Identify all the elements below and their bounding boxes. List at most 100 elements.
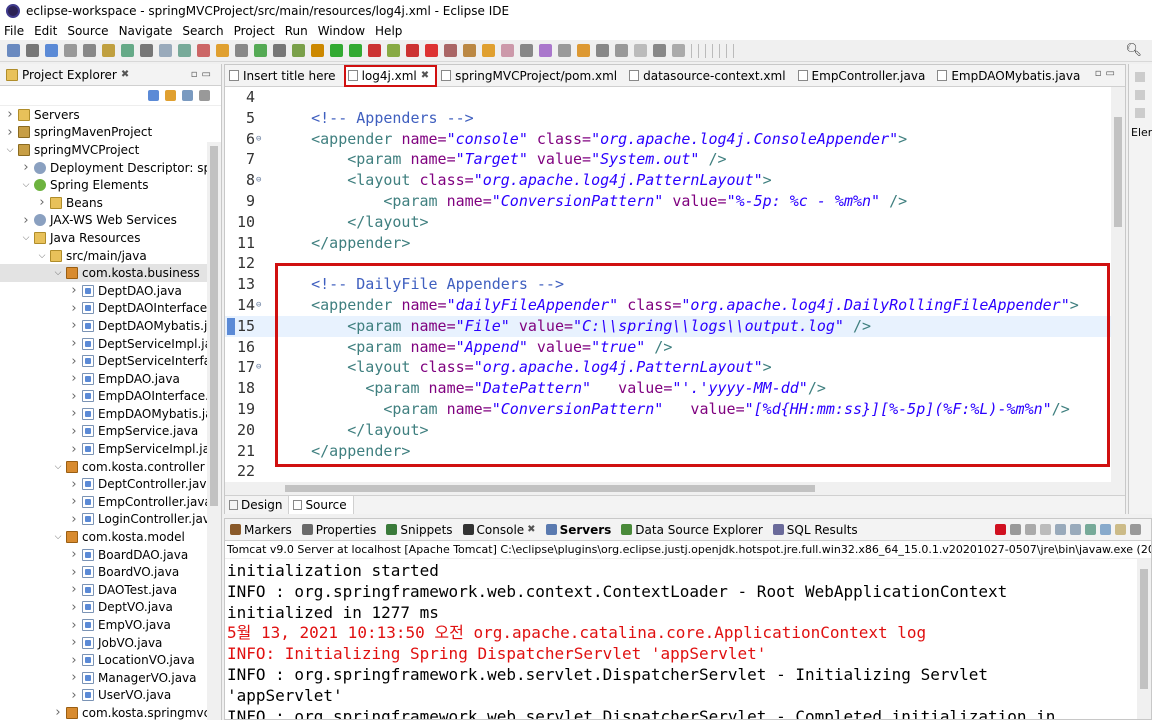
toolbar-button-icon[interactable] [64,44,77,57]
code-line[interactable]: 8 ⊖ <layout class="org.apache.log4j.Patte… [225,170,1125,191]
tree-item[interactable]: › EmpDAOMybatis.java [0,405,221,423]
chevron-down-icon[interactable]: ⌵ [20,233,32,243]
code-line[interactable]: 6 ⊖ <appender name="console" class="org.a… [225,129,1125,150]
chevron-down-icon[interactable]: ⌵ [4,145,16,155]
tree-item[interactable]: › EmpVO.java [0,616,221,634]
collapse-all-icon[interactable] [148,90,159,101]
fold-toggle-icon[interactable]: ⊖ [256,357,261,378]
chevron-right-icon[interactable]: › [68,635,80,650]
editor-hscroll-thumb[interactable] [285,485,815,492]
code-line[interactable]: 4 [225,87,1125,108]
tree-item[interactable]: › DeptDAOInterface.java [0,300,221,318]
editor-tab[interactable]: springMVCProject/pom.xml [437,65,625,87]
tree-item[interactable]: › com.kosta.springmvcproject [0,704,221,720]
toolbar-button-icon[interactable] [311,44,324,57]
menu-window[interactable]: Window [318,24,365,38]
console-scroll-thumb[interactable] [1140,569,1148,689]
toolbar-button-icon[interactable] [330,44,343,57]
search-icon[interactable]: 🔍︎ [1125,43,1142,58]
explorer-scroll-thumb[interactable] [210,146,218,506]
toolbar-button-icon[interactable] [121,44,134,57]
menu-run[interactable]: Run [285,24,308,38]
tree-item[interactable]: › BoardVO.java [0,563,221,581]
toolbar-button-icon[interactable] [539,44,552,57]
tree-item[interactable]: › DAOTest.java [0,581,221,599]
chevron-right-icon[interactable]: › [68,318,80,333]
chevron-right-icon[interactable]: › [68,600,80,615]
editor-tab[interactable]: log4j.xml ✖ [343,64,438,87]
chevron-right-icon[interactable]: › [68,670,80,685]
chevron-right-icon[interactable]: › [68,512,80,527]
chevron-right-icon[interactable]: › [68,354,80,369]
toolbar-button-icon[interactable] [520,44,533,57]
toolbar-button-icon[interactable] [577,44,590,57]
tree-item[interactable]: › DeptDAO.java [0,282,221,300]
tree-item[interactable]: ⌵ src/main/java [0,247,221,265]
chevron-right-icon[interactable]: › [68,424,80,439]
chevron-right-icon[interactable]: › [68,618,80,633]
tab-data-source-explorer[interactable]: Data Source Explorer [616,523,767,537]
chevron-right-icon[interactable]: › [4,107,16,122]
tree-item[interactable]: › JobVO.java [0,634,221,652]
remove-launch-icon[interactable] [1010,524,1021,535]
chevron-right-icon[interactable]: › [68,688,80,703]
code-line[interactable]: 14 ⊖ <appender name="dailyFileAppender" c… [225,295,1125,316]
code-line[interactable]: 17 ⊖ <layout class="org.apache.log4j.Patt… [225,357,1125,378]
fold-toggle-icon[interactable]: ⊖ [256,129,261,150]
clear-console-icon[interactable] [1040,524,1051,535]
toolbar-button-icon[interactable] [349,44,362,57]
menu-file[interactable]: File [4,24,24,38]
code-editor[interactable]: 45 <!-- Appenders --> 6 ⊖ <appender name="… [225,87,1125,482]
menu-edit[interactable]: Edit [34,24,57,38]
minimize-icon[interactable] [1130,524,1141,535]
tree-item[interactable]: ⌵ com.kosta.business [0,264,221,282]
toolbar-button-icon[interactable] [216,44,229,57]
tab-console[interactable]: Console ✖ [458,523,541,537]
toolbar-button-icon[interactable] [444,44,457,57]
tree-item[interactable]: › EmpDAOInterface.java [0,388,221,406]
chevron-right-icon[interactable]: › [68,406,80,421]
code-line[interactable]: 22 [225,461,1125,482]
chevron-right-icon[interactable]: › [68,442,80,457]
console-scrollbar[interactable] [1137,559,1151,719]
tree-item[interactable]: › Deployment Descriptor: springMVCProject [0,159,221,177]
toolbar-button-icon[interactable] [159,44,172,57]
chevron-right-icon[interactable]: › [68,547,80,562]
code-line[interactable]: 21 </appender> [225,441,1125,462]
tree-item[interactable]: › BoardDAO.java [0,546,221,564]
tab-design[interactable]: Design [225,496,290,514]
chevron-right-icon[interactable]: › [20,160,32,175]
chevron-right-icon[interactable]: › [68,477,80,492]
close-icon[interactable]: ✖ [121,69,129,80]
chevron-down-icon[interactable]: ⌵ [52,462,64,472]
tree-item[interactable]: › ManagerVO.java [0,669,221,687]
toolbar-button-icon[interactable] [7,44,20,57]
code-line[interactable]: 10 </layout> [225,212,1125,233]
tree-item[interactable]: ⌵ com.kosta.controller [0,458,221,476]
tab-properties[interactable]: Properties [297,523,382,537]
chevron-down-icon[interactable]: ⌵ [52,532,64,542]
terminate-icon[interactable] [995,524,1006,535]
toolbar-button-icon[interactable] [672,44,685,57]
view-controls[interactable]: ▫▭ [191,69,215,80]
tree-item[interactable]: ⌵ Spring Elements [0,176,221,194]
tree-item[interactable]: › Servers [0,106,221,124]
chevron-down-icon[interactable]: ⌵ [52,268,64,278]
chevron-right-icon[interactable]: › [4,125,16,140]
code-line[interactable]: 15 <param name="File" value="C:\\spring\… [225,315,1125,337]
code-line[interactable]: 12 [225,253,1125,274]
code-line[interactable]: 20 </layout> [225,420,1125,441]
editor-vscroll-thumb[interactable] [1114,117,1122,227]
restore-icon[interactable] [1135,72,1145,82]
tree-item[interactable]: › springMavenProject [0,124,221,142]
tree-item[interactable]: › EmpController.java [0,493,221,511]
chevron-right-icon[interactable]: › [68,653,80,668]
toolbar-button-icon[interactable] [254,44,267,57]
code-line[interactable]: 16 <param name="Append" value="true" /> [225,337,1125,358]
code-line[interactable]: 18 <param name="DatePattern" value="'.'y… [225,378,1125,399]
code-line[interactable]: 13 <!-- DailyFile Appenders --> [225,274,1125,295]
chevron-right-icon[interactable]: › [68,494,80,509]
code-line[interactable]: 19 <param name="ConversionPattern" value… [225,399,1125,420]
chevron-right-icon[interactable]: › [68,283,80,298]
open-console-icon[interactable] [1115,524,1126,535]
